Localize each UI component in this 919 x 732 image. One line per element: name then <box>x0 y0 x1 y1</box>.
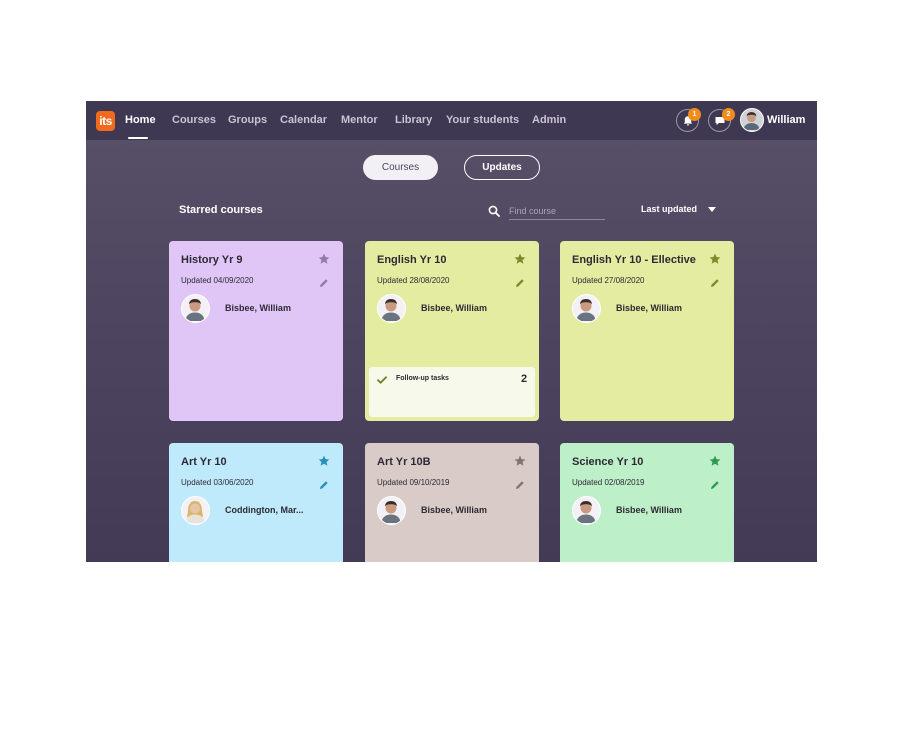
pencil-icon[interactable] <box>319 278 329 288</box>
teacher-name: Bisbee, William <box>616 303 682 313</box>
course-title[interactable]: Science Yr 10 <box>572 456 643 468</box>
course-title[interactable]: History Yr 9 <box>181 254 243 266</box>
course-card[interactable]: English Yr 10 Updated 28/08/2020 Bisbee,… <box>365 241 539 421</box>
messages-badge: 2 <box>722 108 735 121</box>
teacher-name: Bisbee, William <box>421 505 487 515</box>
pencil-icon[interactable] <box>515 480 525 490</box>
nav-library[interactable]: Library <box>395 101 432 140</box>
course-title[interactable]: English Yr 10 <box>377 254 447 266</box>
course-card[interactable]: History Yr 9 Updated 04/09/2020 Bisbee, … <box>169 241 343 421</box>
nav-your-students[interactable]: Your students <box>446 101 519 140</box>
pencil-icon[interactable] <box>319 480 329 490</box>
course-card[interactable]: Science Yr 10 Updated 02/08/2019 Bisbee,… <box>560 443 734 562</box>
course-updated-date: Updated 09/10/2019 <box>377 478 450 487</box>
person-icon <box>378 497 404 523</box>
top-navigation: its Home Courses Groups Calendar Mentor … <box>86 101 817 140</box>
course-updated-date: Updated 28/08/2020 <box>377 276 450 285</box>
star-icon[interactable] <box>318 455 330 467</box>
app-window: its Home Courses Groups Calendar Mentor … <box>86 101 817 562</box>
star-icon[interactable] <box>318 253 330 265</box>
nav-admin[interactable]: Admin <box>532 101 566 140</box>
course-updated-date: Updated 02/08/2019 <box>572 478 645 487</box>
find-course-input[interactable] <box>509 202 605 220</box>
teacher-avatar <box>572 496 601 525</box>
person-icon <box>573 497 599 523</box>
nav-courses[interactable]: Courses <box>172 101 216 140</box>
star-icon[interactable] <box>709 253 721 265</box>
search-icon <box>488 205 500 217</box>
user-name[interactable]: William <box>767 101 805 140</box>
course-card[interactable]: Art Yr 10B Updated 09/10/2019 Bisbee, Wi… <box>365 443 539 562</box>
follow-up-tasks-panel[interactable]: Follow-up tasks 2 <box>369 367 535 417</box>
its-logo[interactable]: its <box>96 111 115 131</box>
course-card[interactable]: English Yr 10 - Ellective Updated 27/08/… <box>560 241 734 421</box>
pencil-icon[interactable] <box>710 480 720 490</box>
pencil-icon[interactable] <box>710 278 720 288</box>
courses-toggle-button[interactable]: Courses <box>363 155 438 180</box>
pencil-icon[interactable] <box>515 278 525 288</box>
teacher-name: Bisbee, William <box>421 303 487 313</box>
teacher-avatar <box>377 294 406 323</box>
caret-down-icon[interactable] <box>708 207 716 212</box>
star-icon[interactable] <box>514 253 526 265</box>
teacher-avatar <box>377 496 406 525</box>
teacher-name: Coddington, Mar... <box>225 505 304 515</box>
course-updated-date: Updated 03/06/2020 <box>181 478 254 487</box>
sort-dropdown[interactable]: Last updated <box>641 204 697 214</box>
course-updated-date: Updated 04/09/2020 <box>181 276 254 285</box>
person-icon <box>182 497 208 523</box>
star-icon[interactable] <box>514 455 526 467</box>
notifications-badge: 1 <box>688 108 701 121</box>
user-avatar[interactable] <box>740 108 764 132</box>
nav-calendar[interactable]: Calendar <box>280 101 327 140</box>
course-card[interactable]: Art Yr 10 Updated 03/06/2020 Coddington,… <box>169 443 343 562</box>
follow-up-tasks-label: Follow-up tasks <box>396 375 449 382</box>
person-icon <box>741 109 762 130</box>
teacher-name: Bisbee, William <box>225 303 291 313</box>
teacher-name: Bisbee, William <box>616 505 682 515</box>
star-icon[interactable] <box>709 455 721 467</box>
nav-groups[interactable]: Groups <box>228 101 267 140</box>
course-title[interactable]: Art Yr 10 <box>181 456 227 468</box>
person-icon <box>378 295 404 321</box>
teacher-avatar <box>181 294 210 323</box>
person-icon <box>573 295 599 321</box>
follow-up-tasks-count: 2 <box>521 373 528 385</box>
starred-courses-heading: Starred courses <box>179 204 263 216</box>
course-title[interactable]: Art Yr 10B <box>377 456 431 468</box>
teacher-avatar <box>181 496 210 525</box>
updates-toggle-button[interactable]: Updates <box>464 155 540 180</box>
nav-active-indicator <box>128 137 148 139</box>
course-updated-date: Updated 27/08/2020 <box>572 276 645 285</box>
check-icon <box>377 376 387 384</box>
teacher-avatar <box>572 294 601 323</box>
course-title[interactable]: English Yr 10 - Ellective <box>572 254 696 266</box>
person-icon <box>182 295 208 321</box>
nav-home[interactable]: Home <box>125 101 156 140</box>
nav-mentor[interactable]: Mentor <box>341 101 378 140</box>
